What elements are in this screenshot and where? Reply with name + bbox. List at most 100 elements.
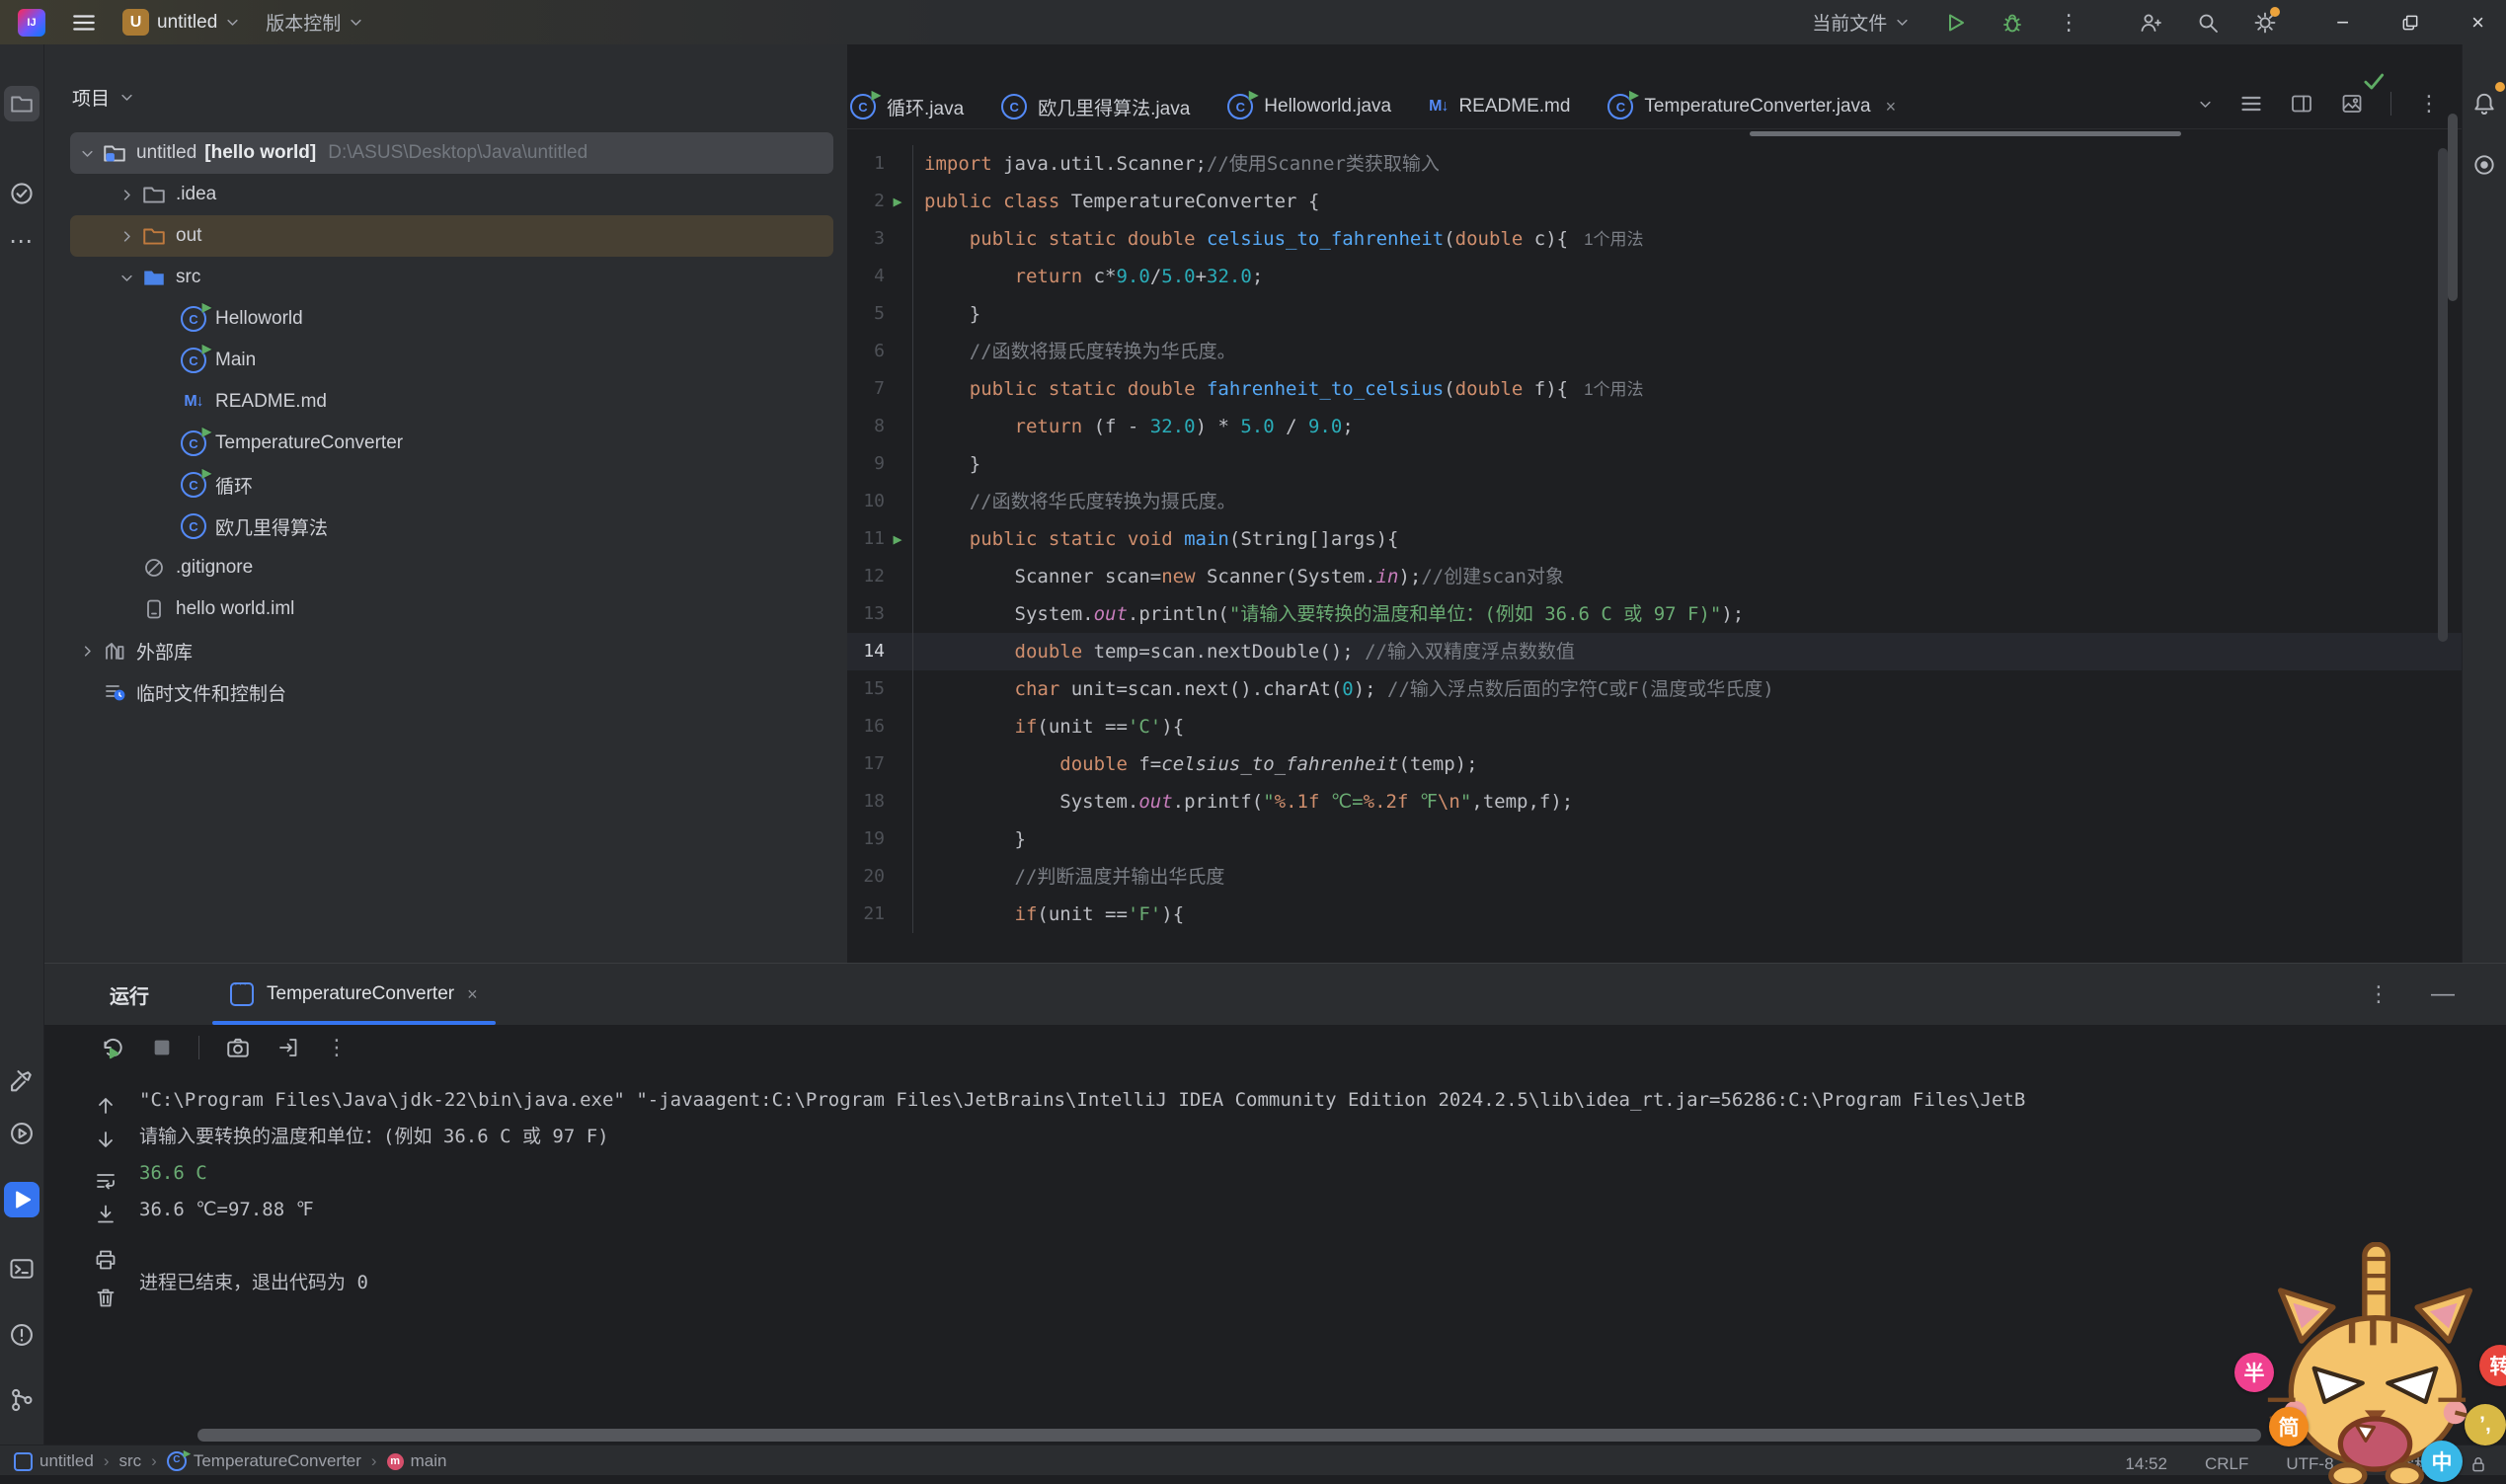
code-editor[interactable]: 1import java.util.Scanner;//使用Scanner类获取… <box>847 129 2462 933</box>
tree-item-hello world.iml[interactable]: hello world.iml <box>70 588 833 630</box>
build-tool-icon[interactable] <box>4 1063 39 1099</box>
code-line-10[interactable]: 10 //函数将华氏度转换为摄氏度。 <box>847 483 2462 520</box>
run-line-icon[interactable]: ▶ <box>885 520 910 558</box>
ime-badge-中[interactable]: 中 <box>2421 1441 2463 1482</box>
soft-wrap-icon[interactable] <box>94 1169 117 1193</box>
add-user-icon[interactable] <box>2139 11 2162 35</box>
run-panel-more-icon[interactable]: ⋮ <box>2368 981 2389 1007</box>
main-menu-icon[interactable] <box>71 10 97 36</box>
caret-position[interactable]: 14:52 <box>2125 1454 2167 1474</box>
code-line-2[interactable]: 2▶public class TemperatureConverter { <box>847 183 2462 220</box>
assistant-icon[interactable] <box>2467 147 2502 183</box>
code-line-20[interactable]: 20 //判断温度并输出华氏度 <box>847 858 2462 896</box>
more-tools-icon[interactable]: ⋯ <box>4 223 39 259</box>
project-tool-icon[interactable] <box>4 86 39 121</box>
code-line-16[interactable]: 16 if(unit =='C'){ <box>847 708 2462 745</box>
tab-close-icon[interactable]: × <box>1886 97 1897 117</box>
terminal-tool-icon[interactable] <box>4 1251 39 1287</box>
search-icon[interactable] <box>2196 11 2220 35</box>
screenshot-button[interactable] <box>225 1035 251 1060</box>
window-close-button[interactable]: × <box>2471 10 2484 36</box>
run-tab[interactable]: TemperatureConverter × <box>212 964 496 1025</box>
scroll-to-end-icon[interactable] <box>94 1203 117 1226</box>
tree-item-欧几里得算法[interactable]: C欧几里得算法 <box>70 506 833 547</box>
more-actions-icon[interactable]: ⋮ <box>2058 10 2079 36</box>
notifications-icon[interactable] <box>2467 86 2502 121</box>
tree-item-src[interactable]: src <box>70 257 833 298</box>
tree-item-untitled[interactable]: untitled[hello world]D:\ASUS\Desktop\Jav… <box>70 132 833 174</box>
code-line-4[interactable]: 4 return c*9.0/5.0+32.0; <box>847 258 2462 295</box>
breadcrumb-TemperatureConverter[interactable]: C▶TemperatureConverter <box>167 1451 361 1471</box>
breadcrumb-untitled[interactable]: untitled <box>14 1451 94 1471</box>
settings-gear-icon[interactable] <box>2253 11 2277 35</box>
breadcrumb-main[interactable]: mmain <box>387 1451 447 1471</box>
tree-item-out[interactable]: out <box>70 215 833 257</box>
console-scrollbar[interactable] <box>2448 114 2458 301</box>
editor-tab-欧几里得算法.java[interactable]: C欧几里得算法.java <box>982 85 1209 128</box>
line-ending[interactable]: CRLF <box>2205 1454 2248 1474</box>
code-line-3[interactable]: 3 public static double celsius_to_fahren… <box>847 220 2462 258</box>
tree-item-.idea[interactable]: .idea <box>70 174 833 215</box>
run-config-selector[interactable]: 当前文件 <box>1812 9 1910 36</box>
code-line-15[interactable]: 15 char unit=scan.next().charAt(0); //输入… <box>847 670 2462 708</box>
console-output[interactable]: "C:\Program Files\Java\jdk-22\bin\java.e… <box>139 1082 2484 1426</box>
print-console-icon[interactable] <box>94 1248 117 1272</box>
split-editor-icon[interactable] <box>2290 92 2313 116</box>
run-line-icon[interactable]: ▶ <box>885 183 910 220</box>
prev-occurrence-icon[interactable] <box>94 1094 117 1118</box>
project-widget[interactable]: U untitled <box>122 9 240 36</box>
tree-item-临时文件和控制台[interactable]: 临时文件和控制台 <box>70 671 833 713</box>
code-line-17[interactable]: 17 double f=celsius_to_fahrenheit(temp); <box>847 745 2462 783</box>
code-line-14[interactable]: 14 double temp=scan.nextDouble(); //输入双精… <box>847 633 2462 670</box>
console-more-icon[interactable]: ⋮ <box>326 1035 348 1060</box>
tree-item-README.md[interactable]: M↓README.md <box>70 381 833 423</box>
ime-badge-简[interactable]: 简 <box>2269 1407 2309 1446</box>
chevron-down-icon[interactable] <box>74 146 100 161</box>
ime-badge-半[interactable]: 半 <box>2234 1353 2274 1392</box>
rerun-button[interactable] <box>100 1035 125 1060</box>
inspections-ok-icon[interactable] <box>2361 68 2387 94</box>
stop-button[interactable] <box>151 1037 173 1058</box>
code-line-5[interactable]: 5 } <box>847 295 2462 333</box>
code-line-7[interactable]: 7 public static double fahrenheit_to_cel… <box>847 370 2462 408</box>
editor-more-icon[interactable]: ⋮ <box>2418 91 2440 117</box>
code-line-9[interactable]: 9 } <box>847 445 2462 483</box>
open-in-preview-icon[interactable] <box>2340 92 2364 116</box>
code-line-21[interactable]: 21 if(unit =='F'){ <box>847 896 2462 933</box>
window-minimize-button[interactable]: − <box>2336 10 2349 36</box>
version-control-tool-icon[interactable] <box>4 1382 39 1418</box>
vcs-widget[interactable]: 版本控制 <box>266 9 363 36</box>
code-line-13[interactable]: 13 System.out.println("请输入要转换的温度和单位：(例如 … <box>847 595 2462 633</box>
run-panel-minimize-icon[interactable]: — <box>2431 980 2455 1008</box>
commit-tool-icon[interactable] <box>4 176 39 211</box>
editor-scrollbar[interactable] <box>2438 148 2448 642</box>
services-tool-icon[interactable] <box>4 1116 39 1151</box>
chevron-down-icon[interactable] <box>119 90 134 105</box>
code-line-11[interactable]: 11▶ public static void main(String[]args… <box>847 520 2462 558</box>
code-line-18[interactable]: 18 System.out.printf("%.1f ℃=%.2f ℉\n",t… <box>847 783 2462 820</box>
run-button[interactable] <box>1943 11 1967 35</box>
editor-tab-循环.java[interactable]: C▶循环.java <box>831 85 982 128</box>
run-tab-close-icon[interactable]: × <box>467 984 478 1005</box>
console-horizontal-scrollbar[interactable] <box>197 1429 2261 1442</box>
tree-item-.gitignore[interactable]: .gitignore <box>70 547 833 588</box>
chevron-down-icon[interactable] <box>114 271 139 285</box>
next-occurrence-icon[interactable] <box>94 1128 117 1151</box>
chevron-right-icon[interactable] <box>114 188 139 202</box>
editor-tab-TemperatureConverter.java[interactable]: C▶TemperatureConverter.java× <box>1589 85 1915 128</box>
chevron-right-icon[interactable] <box>74 644 100 659</box>
clear-console-icon[interactable] <box>94 1286 117 1309</box>
export-console-button[interactable] <box>276 1036 300 1059</box>
debug-button[interactable] <box>2000 11 2024 35</box>
code-line-8[interactable]: 8 return (f - 32.0) * 5.0 / 9.0; <box>847 408 2462 445</box>
tab-list-icon[interactable] <box>2239 92 2263 116</box>
editor-tab-Helloworld.java[interactable]: C▶Helloworld.java <box>1209 85 1410 128</box>
editor-tab-README.md[interactable]: M↓README.md <box>1410 85 1589 128</box>
ime-badge-’,[interactable]: ’, <box>2465 1404 2506 1445</box>
run-tool-icon[interactable] <box>4 1182 39 1217</box>
code-line-19[interactable]: 19 } <box>847 820 2462 858</box>
chevron-right-icon[interactable] <box>114 229 139 244</box>
problems-tool-icon[interactable] <box>4 1317 39 1353</box>
tree-item-循环[interactable]: C▶循环 <box>70 464 833 506</box>
code-line-12[interactable]: 12 Scanner scan=new Scanner(System.in);/… <box>847 558 2462 595</box>
